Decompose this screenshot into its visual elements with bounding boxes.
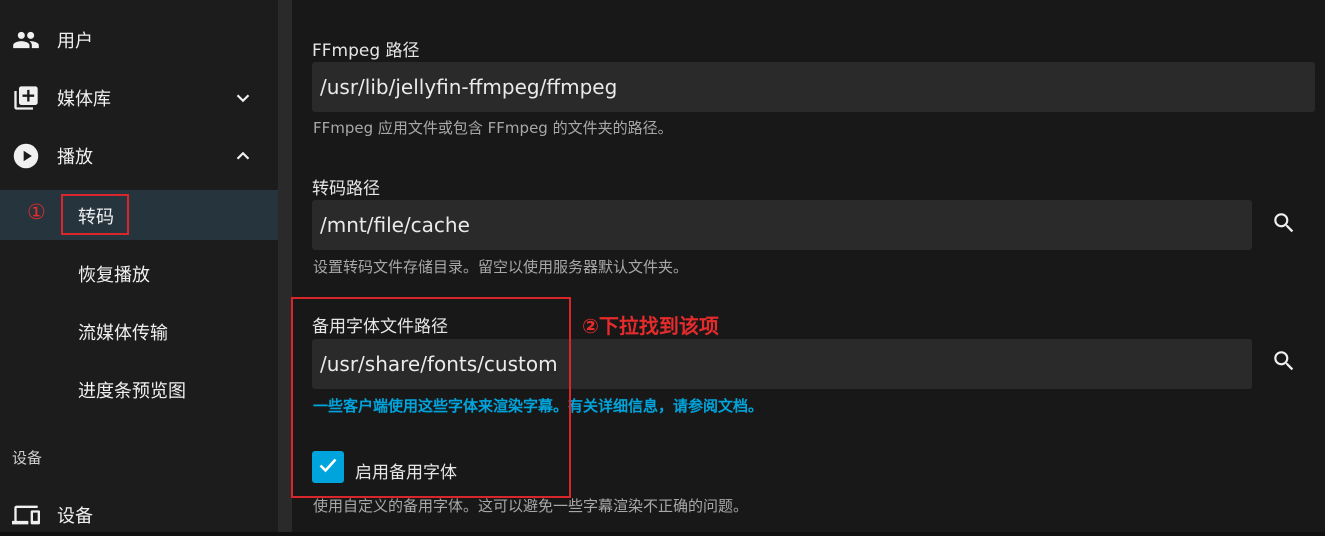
transcode-path-value: /mnt/file/cache [320,213,470,237]
sidebar-sub-item-label: 进度条预览图 [78,381,186,402]
annotation-box-fallback-font [291,297,571,498]
sidebar-item-streaming[interactable]: 流媒体传输 [0,309,278,351]
sidebar-item-trickplay[interactable]: 进度条预览图 [0,367,278,409]
users-icon [12,26,40,54]
sidebar-item-library[interactable]: 媒体库 [0,77,278,119]
ffmpeg-path-value: /usr/lib/jellyfin-ffmpeg/ffmpeg [320,75,618,99]
annotation-step-2: ②下拉找到该项 [582,314,719,338]
search-icon [1271,348,1297,378]
sidebar-sub-item-label: 转码 [78,207,114,228]
sidebar-item-playback[interactable]: 播放 [0,135,278,177]
transcode-path-help: 设置转码文件存储目录。留空以使用服务器默认文件夹。 [313,258,689,276]
sidebar-scrollbar[interactable] [278,0,292,532]
search-icon [1271,210,1297,240]
sidebar-item-resume[interactable]: 恢复播放 [0,251,278,293]
transcode-path-label: 转码路径 [312,179,380,199]
fallback-font-browse-button[interactable] [1266,345,1302,381]
sidebar-sub-item-label: 流媒体传输 [78,323,168,344]
enable-fallback-font-help: 使用自定义的备用字体。这可以避免一些字幕渲染不正确的问题。 [313,497,749,515]
play-circle-icon [12,142,40,170]
annotation-step-1: ① [27,200,46,224]
sidebar-item-transcoding[interactable]: ① 转码 [0,190,278,240]
sidebar-section-header: 设备 [12,449,43,467]
sidebar-item-label: 播放 [57,147,93,168]
chevron-down-icon[interactable] [232,87,254,109]
sidebar-item-label: 媒体库 [57,89,111,110]
ffmpeg-path-input[interactable]: /usr/lib/jellyfin-ffmpeg/ffmpeg [312,62,1315,112]
transcode-path-input[interactable]: /mnt/file/cache [312,200,1252,250]
ffmpeg-path-label: FFmpeg 路径 [312,41,420,61]
sidebar-item-devices[interactable]: 设备 [0,494,278,536]
chevron-up-icon[interactable] [232,145,254,167]
sidebar-item-users[interactable]: 用户 [0,19,278,61]
devices-icon [12,501,40,529]
sidebar-item-label: 设备 [57,506,93,527]
ffmpeg-path-help: FFmpeg 应用文件或包含 FFmpeg 的文件夹的路径。 [313,119,673,137]
sidebar: 用户 媒体库 播放 ① 转码 恢复播放 流媒体传输 进度条预览图 设备 设备 [0,0,278,532]
library-add-icon [12,84,40,112]
transcode-path-browse-button[interactable] [1266,207,1302,243]
sidebar-item-label: 用户 [57,31,93,52]
sidebar-sub-item-label: 恢复播放 [78,265,150,286]
